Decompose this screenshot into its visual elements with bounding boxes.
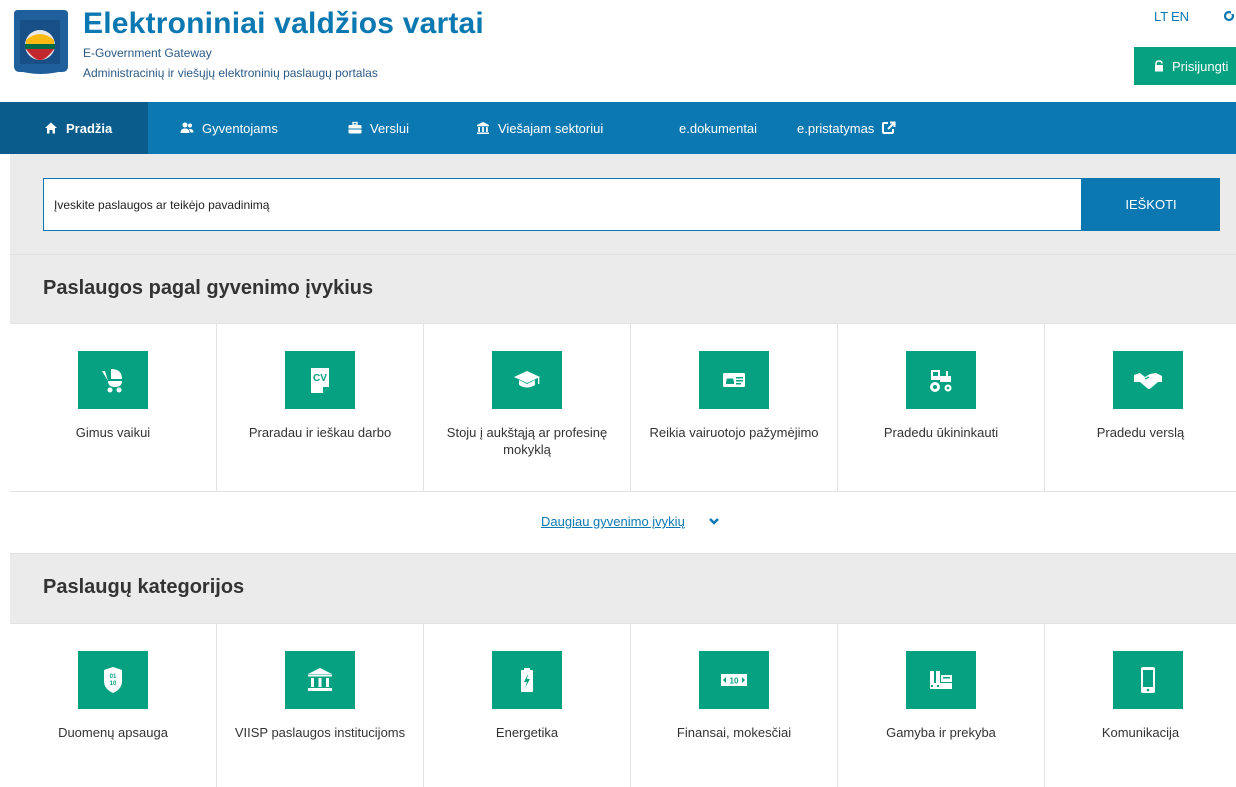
battery-icon xyxy=(492,651,562,709)
tile-label: Energetika xyxy=(495,725,559,740)
section-title: Paslaugos pagal gyvenimo įvykius xyxy=(43,277,374,299)
users-icon xyxy=(180,122,194,133)
lock-icon xyxy=(1155,60,1163,72)
tile-label: Stoju į aukštąją ar profesinę mokyklą xyxy=(446,425,608,457)
banknote-icon: 10 xyxy=(699,651,769,709)
search-button[interactable]: IEŠKOTI xyxy=(1082,178,1220,231)
nav-item-residents[interactable]: Gyventojams xyxy=(148,102,318,154)
site-title[interactable]: Elektroniniai valdžios vartai xyxy=(83,7,484,41)
nav-item-label: Pradžia xyxy=(66,120,113,136)
site-header: Elektroniniai valdžios vartai E-Governme… xyxy=(0,0,1236,102)
more-life-events-link[interactable]: Daugiau gyvenimo įvykių xyxy=(541,514,685,529)
svg-text:01: 01 xyxy=(110,674,117,680)
svg-text:10: 10 xyxy=(730,677,739,686)
institution-icon xyxy=(477,122,489,134)
tile-label: Finansai, mokesčiai xyxy=(676,725,792,740)
nav-item-home[interactable]: Pradžia xyxy=(0,102,148,154)
tile-label: Komunikacija xyxy=(1101,725,1180,740)
nav-item-label: Verslui xyxy=(370,120,410,136)
life-event-tile[interactable]: Pradedu verslą xyxy=(1045,324,1236,491)
life-event-tile[interactable]: Stoju į aukštąją ar profesinę mokyklą xyxy=(424,324,631,491)
category-tile[interactable]: 01 10 Duomenų apsauga xyxy=(10,624,217,787)
nav-item-label: Viešajam sektoriui xyxy=(498,120,604,136)
life-events-grid: Gimus vaikui CV Praradau ir ieškau darbo… xyxy=(10,323,1236,491)
nav-item-label: Gyventojams xyxy=(202,120,278,136)
tile-label: Gamyba ir prekyba xyxy=(886,725,996,740)
language-lt-link[interactable]: LT xyxy=(1154,9,1168,24)
nav-item-e-delivery[interactable]: e.pristatymas xyxy=(797,102,967,154)
categories-section-header: Paslaugų kategorijos xyxy=(10,553,1236,623)
tile-label: Reikia vairuotojo pažymėjimo xyxy=(649,425,819,440)
main-navigation: Pradžia Gyventojams Verslui Viešajam sek… xyxy=(0,102,1236,154)
login-button[interactable]: Prisijungti xyxy=(1134,47,1236,85)
shield-data-icon: 01 10 xyxy=(78,651,148,709)
tile-label: Pradedu ūkininkauti xyxy=(883,425,999,440)
categories-grid: 01 10 Duomenų apsauga VIISP paslaugos in… xyxy=(10,623,1236,787)
category-tile[interactable]: 10 Finansai, mokesčiai xyxy=(631,624,838,787)
nav-item-e-documents[interactable]: e.dokumentai xyxy=(651,102,797,154)
chevron-down-icon[interactable] xyxy=(708,515,720,527)
tile-label: Gimus vaikui xyxy=(75,425,151,440)
tile-label: Praradau ir ieškau darbo xyxy=(248,425,392,440)
section-title: Paslaugų kategorijos xyxy=(43,576,245,598)
tile-label: Pradedu verslą xyxy=(1096,425,1185,440)
handshake-icon xyxy=(1113,351,1183,409)
briefcase-icon xyxy=(348,121,362,134)
factory-icon xyxy=(906,651,976,709)
life-events-section-header: Paslaugos pagal gyvenimo įvykius xyxy=(10,254,1236,324)
language-en-link[interactable]: EN xyxy=(1171,9,1189,24)
life-event-tile[interactable]: CV Praradau ir ieškau darbo xyxy=(217,324,424,491)
tractor-icon xyxy=(906,351,976,409)
accessibility-settings-icon[interactable] xyxy=(1222,9,1236,23)
search-input[interactable]: Įveskite paslaugos ar teikėjo pavadinimą xyxy=(43,178,1082,231)
nav-item-public-sector[interactable]: Viešajam sektoriui xyxy=(446,102,651,154)
search-band: Įveskite paslaugos ar teikėjo pavadinimą… xyxy=(10,154,1236,254)
more-life-events-row: Daugiau gyvenimo įvykių xyxy=(10,491,1236,553)
life-event-tile[interactable]: Pradedu ūkininkauti xyxy=(838,324,1045,491)
site-tagline: Administracinių ir viešųjų elektroninių … xyxy=(83,66,378,80)
smartphone-icon xyxy=(1113,651,1183,709)
svg-text:10: 10 xyxy=(110,681,117,687)
institution-icon xyxy=(285,651,355,709)
category-tile[interactable]: VIISP paslaugos institucijoms xyxy=(217,624,424,787)
tile-label: VIISP paslaugos institucijoms xyxy=(234,725,406,740)
login-button-label: Prisijungti xyxy=(1172,58,1229,74)
driver-license-icon xyxy=(699,351,769,409)
tile-label: Duomenų apsauga xyxy=(58,725,168,740)
stroller-icon xyxy=(78,351,148,409)
cv-icon: CV xyxy=(285,351,355,409)
coat-of-arms-logo-icon[interactable] xyxy=(10,8,72,74)
nav-item-label: e.dokumentai xyxy=(679,120,758,136)
life-event-tile[interactable]: Gimus vaikui xyxy=(10,324,217,491)
site-subtitle: E-Government Gateway xyxy=(83,46,212,60)
category-tile[interactable]: Energetika xyxy=(424,624,631,787)
nav-item-label: e.pristatymas xyxy=(797,120,875,136)
category-tile[interactable]: Komunikacija xyxy=(1045,624,1236,787)
nav-item-business[interactable]: Verslui xyxy=(318,102,446,154)
svg-text:CV: CV xyxy=(313,373,327,384)
home-icon xyxy=(45,122,57,134)
graduation-cap-icon xyxy=(492,351,562,409)
external-link-icon xyxy=(882,121,896,134)
category-tile[interactable]: Gamyba ir prekyba xyxy=(838,624,1045,787)
life-event-tile[interactable]: Reikia vairuotojo pažymėjimo xyxy=(631,324,838,491)
